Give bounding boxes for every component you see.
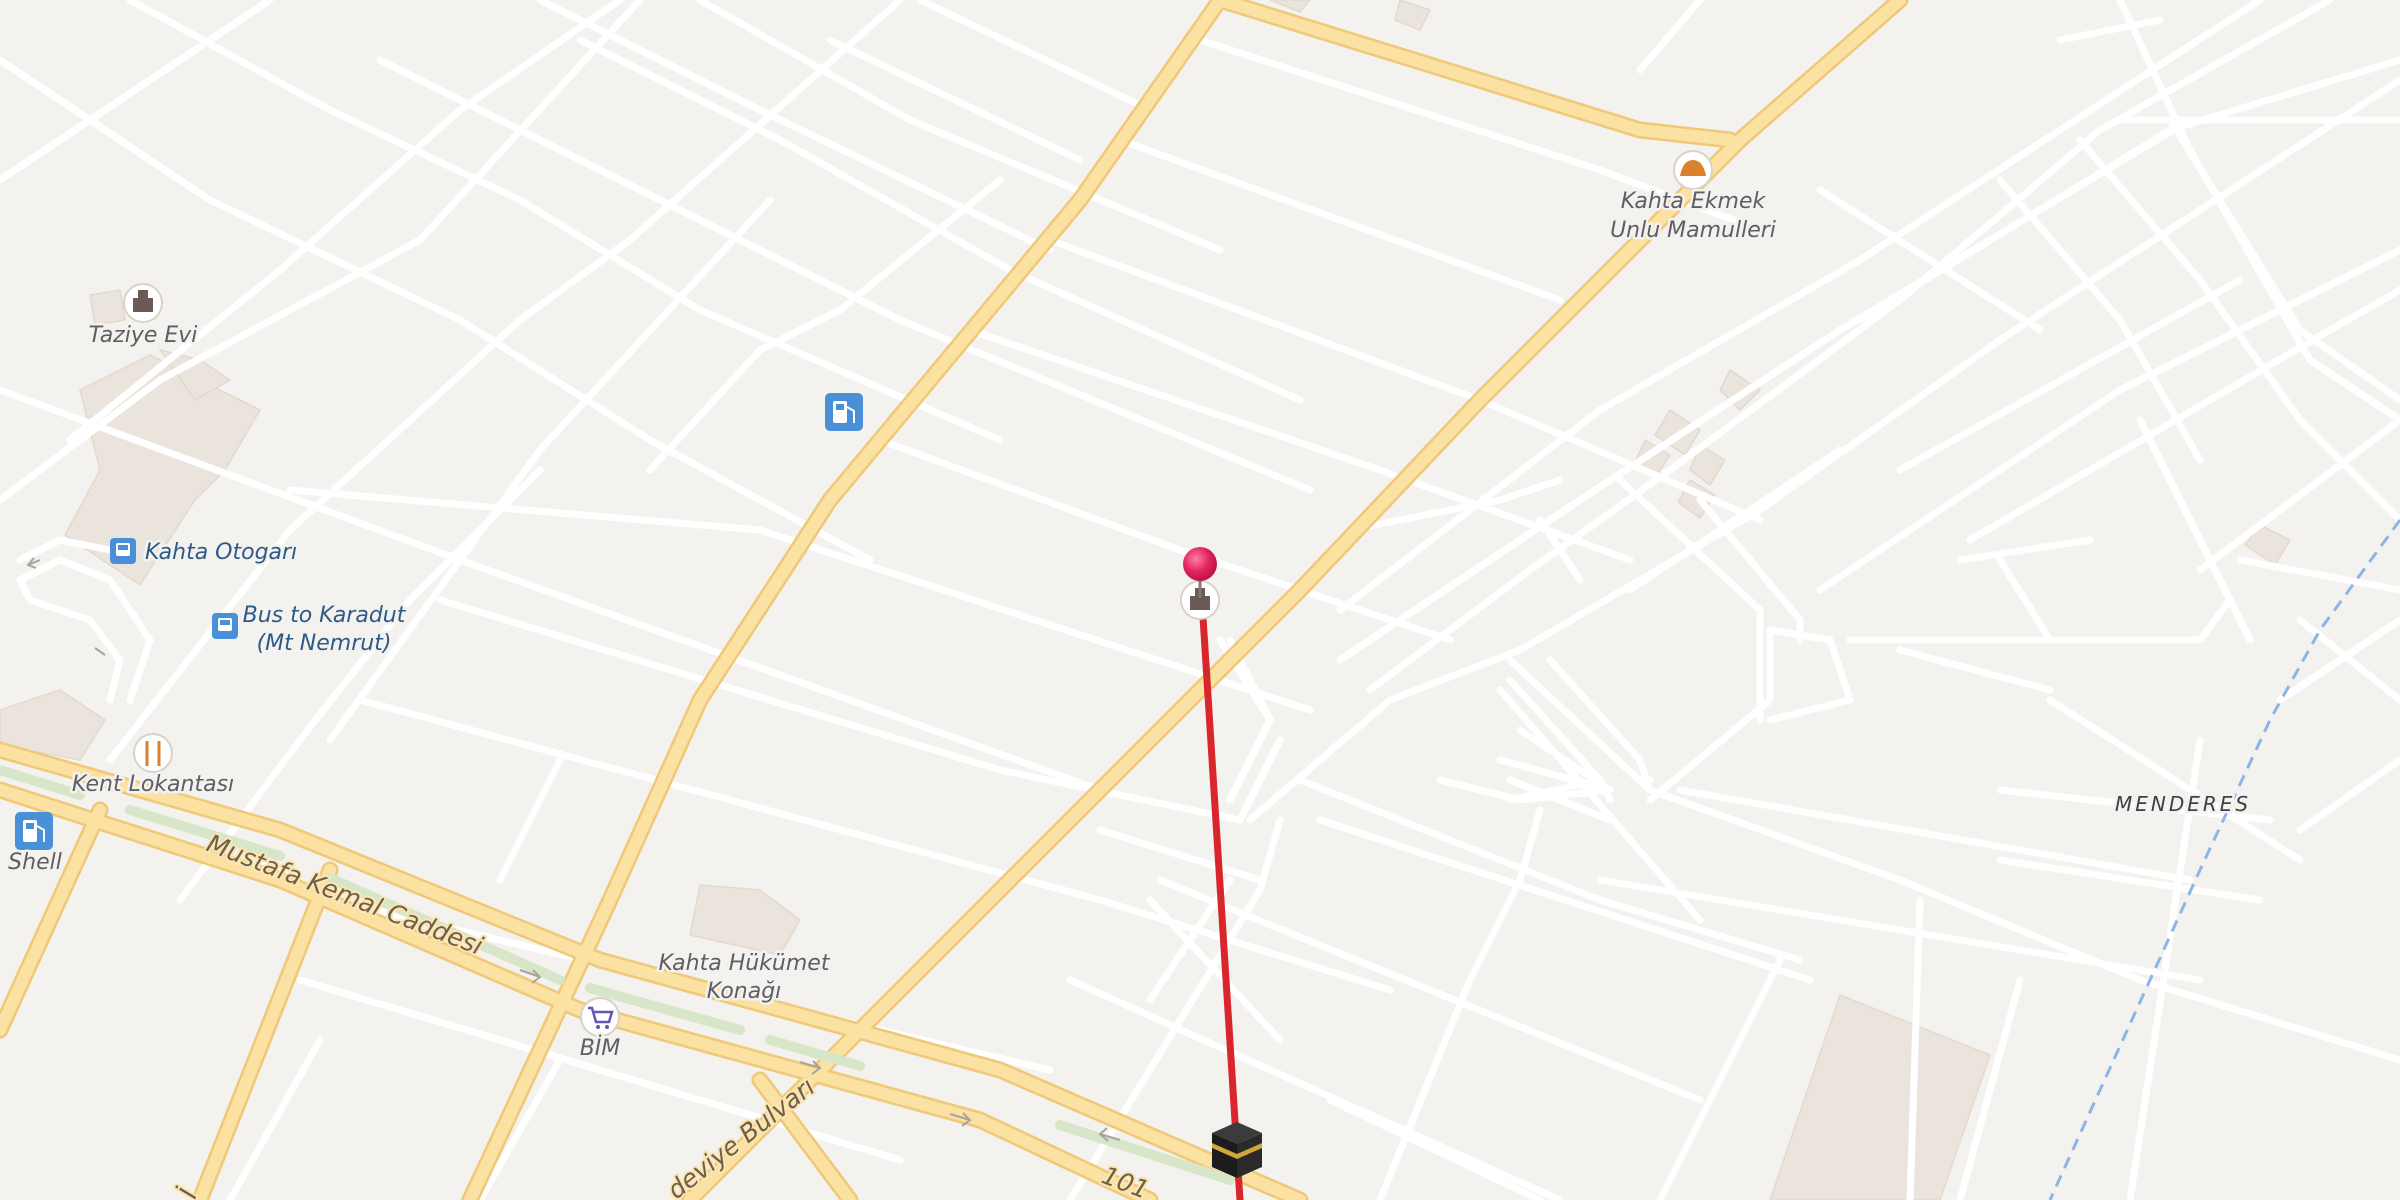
poi-label-line2: (Mt Nemrut): [257, 631, 392, 656]
poi-label: Kahta Hükümet: [659, 951, 831, 976]
poi-label: Kent Lokantası: [72, 772, 234, 797]
pin-head: [1183, 547, 1217, 581]
poi-label: Shell: [8, 850, 62, 875]
cart-icon: [580, 997, 620, 1037]
building-icon-dome: [138, 290, 148, 298]
fuel-icon-window: [836, 404, 844, 410]
fuel-icon-window: [26, 823, 34, 829]
building-icon-shape: [1190, 596, 1210, 610]
bus-icon-window: [220, 620, 230, 625]
poi-label: BİM: [580, 1035, 621, 1061]
poi-bim[interactable]: BİM: [577, 997, 623, 1064]
poi-label: Taziye Evi: [89, 323, 198, 348]
cart-icon-wheel: [596, 1025, 600, 1029]
poi-label: Kahta Ekmek: [1621, 189, 1767, 214]
cart-icon-wheel: [605, 1025, 609, 1029]
poi-label: Kahta Otogarı: [145, 540, 297, 565]
building-icon-shape: [133, 298, 153, 312]
poi-label-line2: Unlu Mamulleri: [1610, 218, 1776, 243]
kaaba-icon[interactable]: [1212, 1122, 1262, 1178]
fork-knife-icon: [133, 733, 173, 773]
poi-label: Bus to Karadut: [243, 603, 407, 628]
district-label-menderes: MENDERES: [2115, 792, 2251, 816]
poi-label-line2: Konağı: [707, 979, 782, 1004]
poi-fuel-center[interactable]: [825, 393, 863, 431]
bus-icon-window: [118, 545, 128, 550]
map-canvas[interactable]: Mustafa Kemal Caddesi deviye Bulvarı 101…: [0, 0, 2400, 1200]
